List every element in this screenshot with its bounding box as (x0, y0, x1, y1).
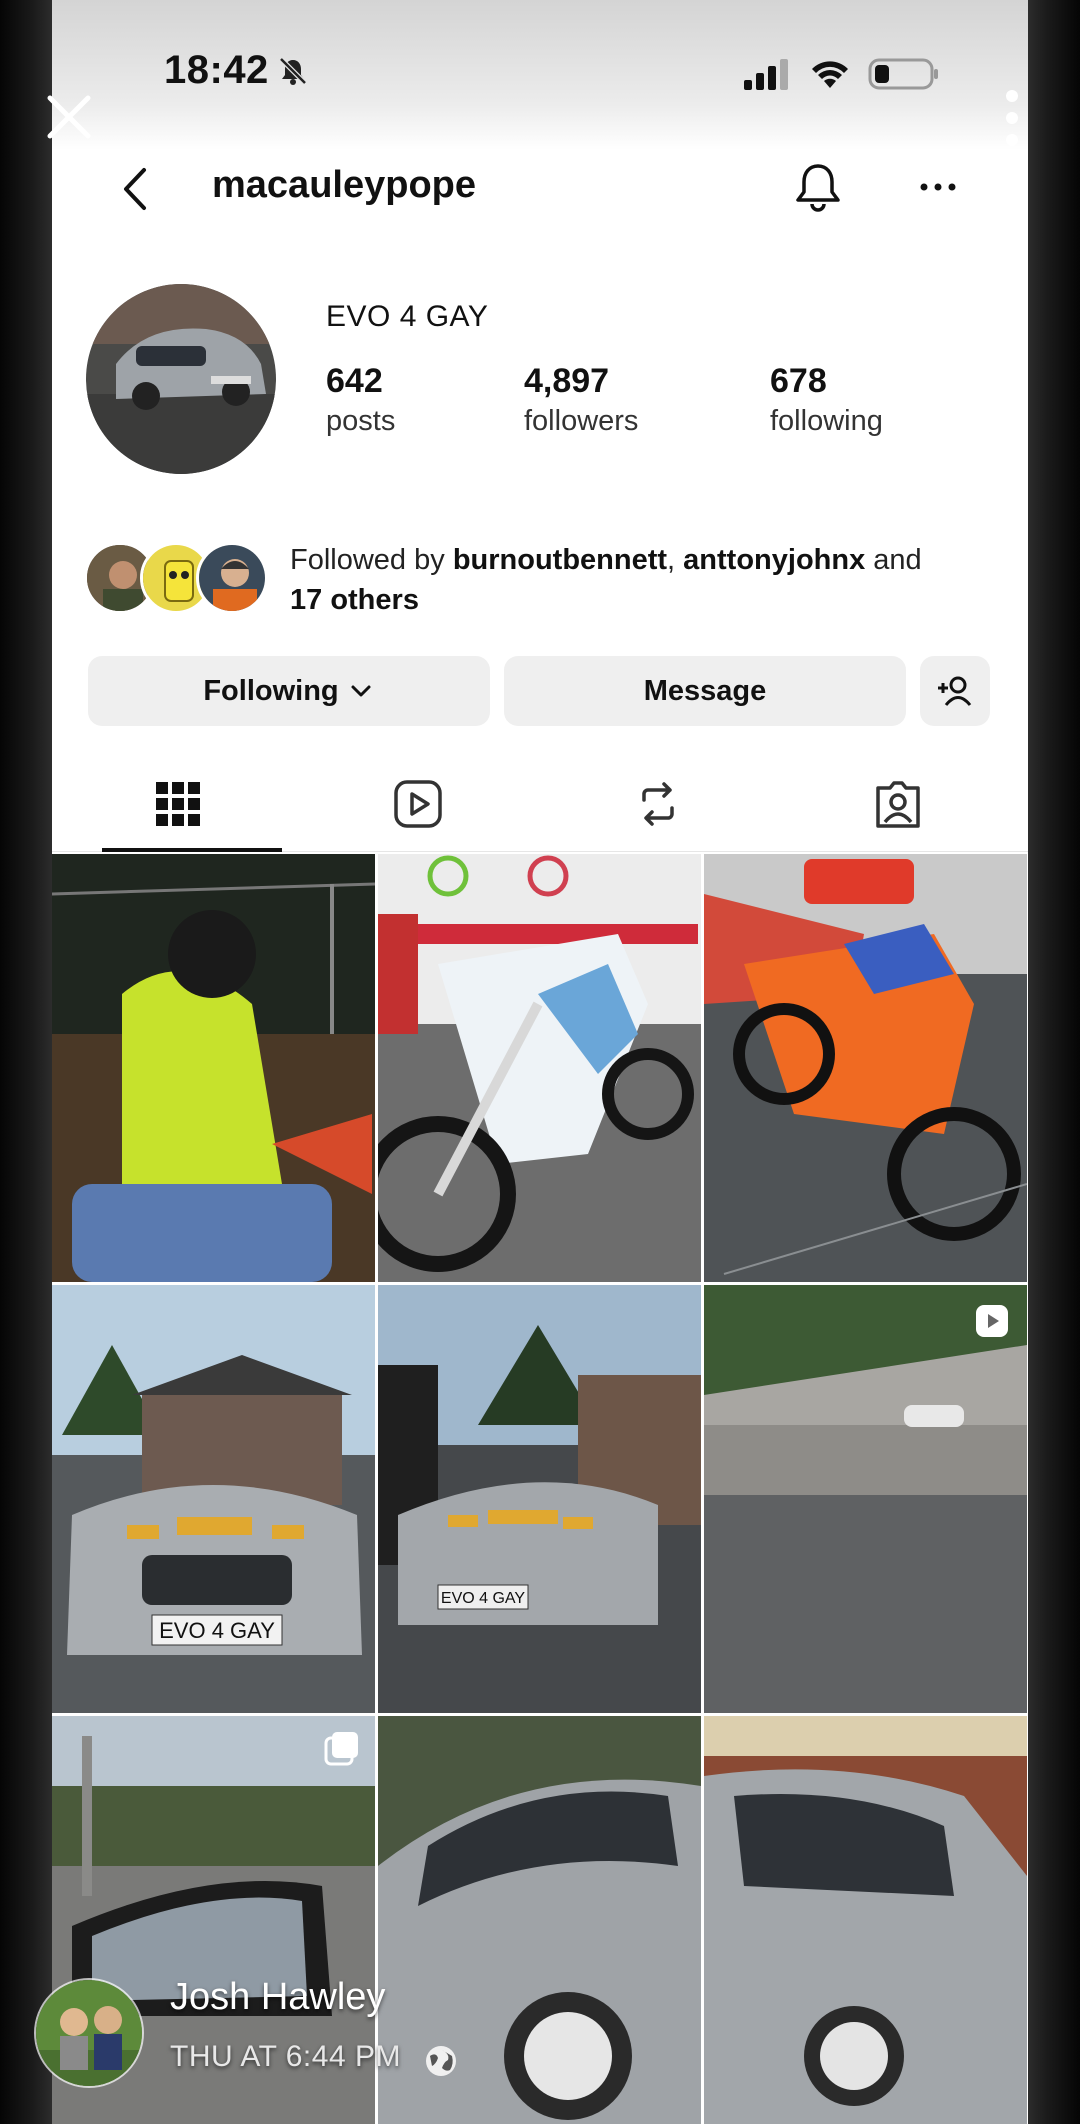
tagged-icon[interactable] (870, 776, 926, 832)
followers-count: 4,897 (524, 362, 610, 400)
followed-by-text: Followed by burnoutbennett, anttonyjohnx… (290, 544, 922, 616)
chevron-down-icon (351, 685, 371, 697)
silent-bell-icon (279, 57, 307, 85)
story-owner-name[interactable]: Josh Hawley (170, 1976, 385, 2019)
profile-display-name: EVO 4 GAY (326, 300, 489, 333)
posts-grid: EVO 4 GAY EVO 4 GAY (52, 854, 1028, 2124)
profile-avatar[interactable] (86, 284, 276, 474)
svg-text:EVO 4 GAY: EVO 4 GAY (441, 1590, 526, 1607)
message-button-label: Message (643, 674, 767, 707)
close-icon[interactable] (44, 92, 94, 142)
battery-icon (868, 58, 938, 90)
stat-posts[interactable]: 642 posts (326, 362, 395, 438)
globe-icon (426, 2046, 456, 2076)
story-more-options-icon[interactable] (1000, 86, 1024, 150)
more-options-icon[interactable] (914, 172, 962, 202)
status-bar: 18:42 (52, 0, 1028, 150)
story-timestamp: THU AT 6:44 PM (170, 2040, 401, 2073)
posts-label: posts (326, 405, 396, 437)
followers-label: followers (524, 405, 639, 437)
grid-post[interactable] (704, 1285, 1027, 1713)
notification-bell-icon[interactable] (792, 160, 844, 216)
reposts-icon[interactable] (630, 776, 686, 832)
posts-count: 642 (326, 362, 383, 400)
following-label: following (770, 405, 883, 437)
grid-post[interactable]: EVO 4 GAY (52, 1285, 375, 1713)
cellular-signal-icon (744, 59, 788, 90)
suggested-people-button[interactable] (920, 656, 990, 726)
profile-username: macauleypope (212, 164, 476, 206)
following-count: 678 (770, 362, 827, 400)
status-time: 18:42 (164, 48, 269, 92)
reel-badge-icon (976, 1305, 1008, 1337)
followed-by[interactable]: Followed by burnoutbennett, anttonyjohnx… (84, 540, 1004, 620)
profile-tabs (52, 756, 1028, 852)
message-button[interactable]: Message (504, 656, 906, 726)
add-person-icon (938, 676, 972, 706)
following-button[interactable]: Following (88, 656, 490, 726)
grid-post[interactable] (378, 854, 701, 1282)
active-tab-indicator (102, 848, 282, 852)
wifi-icon (812, 61, 848, 88)
grid-post[interactable] (704, 1716, 1027, 2124)
grid-icon[interactable] (150, 776, 206, 832)
grid-post[interactable] (52, 854, 375, 1282)
grid-post[interactable]: EVO 4 GAY (378, 1285, 701, 1713)
stat-following[interactable]: 678 following (770, 362, 883, 438)
grid-post[interactable] (704, 854, 1027, 1282)
svg-text:EVO 4 GAY: EVO 4 GAY (159, 1618, 275, 1643)
stat-followers[interactable]: 4,897 followers (524, 362, 638, 438)
story-owner-avatar[interactable] (34, 1978, 144, 2088)
profile-header: macauleypope (52, 150, 1028, 230)
story-viewer: 18:42 macauleypope EVO 4 GAY 642 posts 4… (0, 0, 1080, 2124)
following-button-label: Following (203, 674, 339, 707)
screenshot-in-story: 18:42 macauleypope EVO 4 GAY 642 posts 4… (52, 0, 1028, 2124)
carousel-badge-icon (324, 1732, 358, 1766)
mutual-avatar-3 (196, 542, 268, 614)
back-arrow-icon[interactable] (116, 164, 156, 214)
reels-icon[interactable] (390, 776, 446, 832)
